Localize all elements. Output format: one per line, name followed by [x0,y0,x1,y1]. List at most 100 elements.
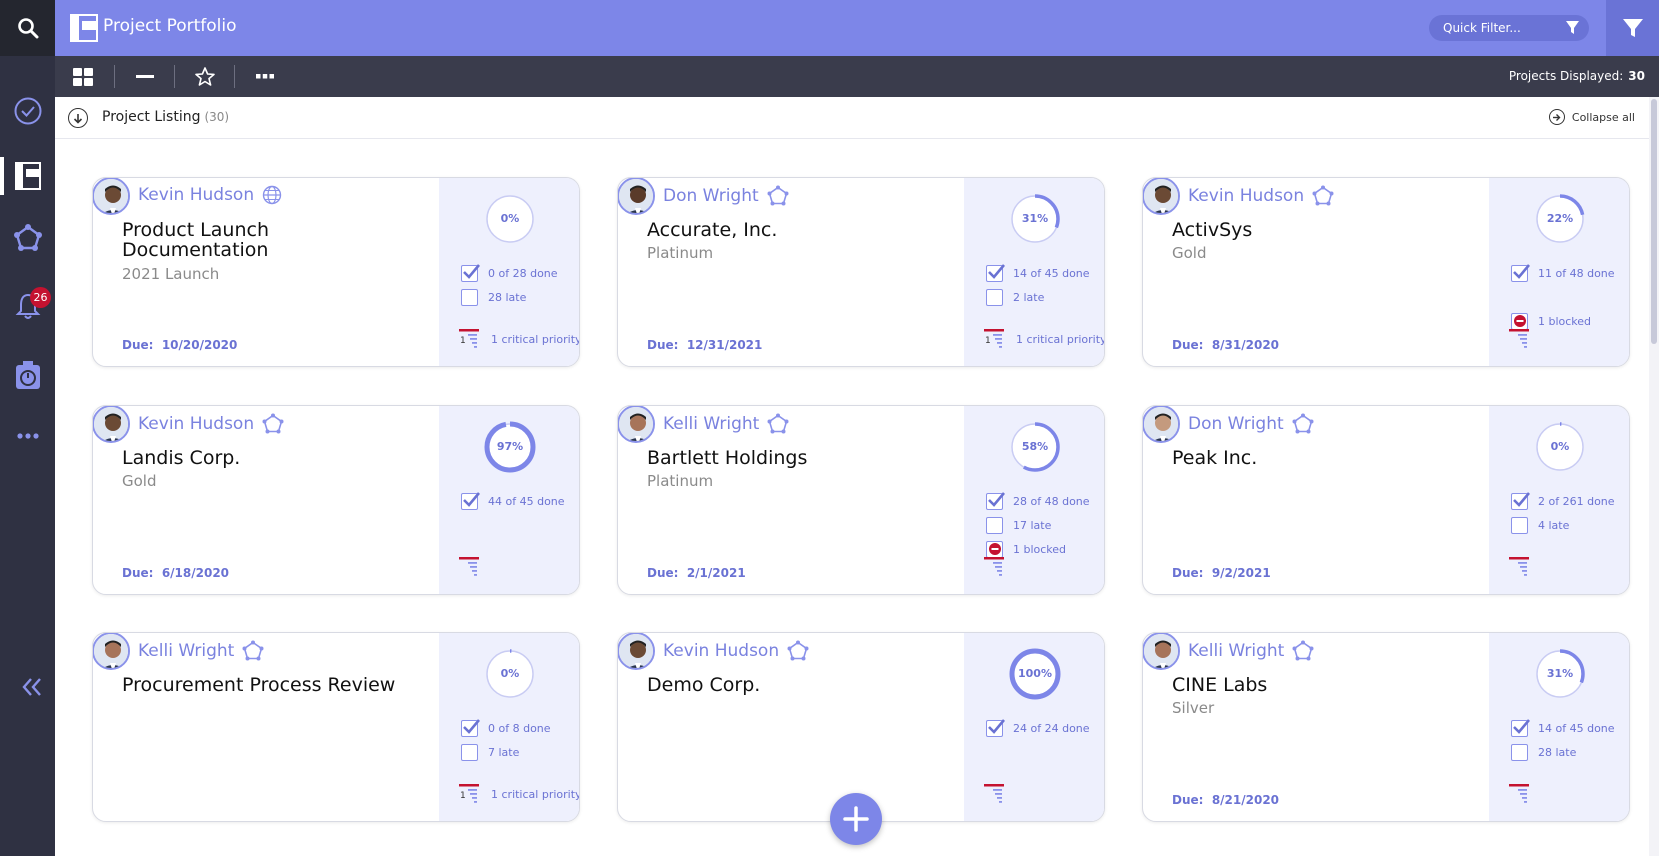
project-title[interactable]: Landis Corp. [122,448,422,468]
listing-title-text: Project Listing [102,109,201,125]
project-title[interactable]: ActivSys [1172,220,1472,240]
priority-stat: 1 1 critical priority [984,329,1105,349]
network-icon [767,185,789,207]
done-stat: 14 of 45 done [1511,718,1615,737]
progress-ring: 58% [1009,421,1061,473]
project-title[interactable]: Product Launch Documentation [122,220,422,260]
priority-icon [1509,784,1531,804]
globe-icon [262,185,282,205]
project-title[interactable]: Peak Inc. [1172,448,1472,468]
toolbar-divider [174,65,175,88]
collapse-sidebar-button[interactable] [4,664,59,710]
toolbar-divider [114,65,115,88]
quick-filter-input[interactable]: Quick Filter... [1429,15,1589,41]
critical-text: 1 critical priority [491,332,580,346]
project-card[interactable]: Kelli Wright CINE Labs Silver Due: 8/21/202… [1142,632,1630,822]
priority-icon: 1 [984,329,1006,349]
due-date: Due: 10/20/2020 [122,338,237,352]
project-subtitle: Platinum [647,244,714,262]
avatar [93,633,130,670]
project-owner[interactable]: Kelli Wright [1188,640,1314,662]
project-owner[interactable]: Kevin Hudson [1188,185,1334,207]
sidebar-item-tasks[interactable] [0,88,55,134]
project-owner[interactable]: Don Wright [663,185,789,207]
owner-name: Kevin Hudson [138,414,255,434]
checkbox-checked-icon [986,263,1005,282]
network-icon [242,640,264,662]
due-value: 9/2/2021 [1211,566,1271,580]
check-circle-icon [14,97,41,125]
done-text: 14 of 45 done [1013,266,1090,280]
project-title[interactable]: CINE Labs [1172,675,1472,695]
critical-text: 1 critical priority [1016,332,1105,346]
project-owner[interactable]: Don Wright [1188,413,1314,435]
project-title[interactable]: Demo Corp. [647,675,947,695]
title-line-1: Peak Inc. [1172,447,1258,469]
project-card[interactable]: Kevin Hudson Product Launch Documentation 2… [92,177,580,367]
scroll-thumb[interactable] [1651,99,1657,344]
project-card[interactable]: Don Wright Accurate, Inc. Platinum Due: 12/… [617,177,1105,367]
filter-button[interactable] [1606,0,1659,56]
title-line-2: Documentation [122,239,269,261]
priority-icon [984,557,1006,577]
notification-badge: 26 [30,287,51,308]
favorites-button[interactable] [177,56,233,97]
done-text: 44 of 45 done [488,494,565,508]
project-card[interactable]: Kelli Wright Bartlett Holdings Platinum Due… [617,405,1105,595]
search-button[interactable] [0,0,55,56]
quick-filter-placeholder: Quick Filter... [1443,21,1521,35]
project-owner[interactable]: Kevin Hudson [138,413,284,435]
project-owner[interactable]: Kelli Wright [138,640,264,662]
sidebar-item-more[interactable] [0,413,55,459]
due-label: Due: [647,566,679,580]
projects-displayed-count: 30 [1628,69,1645,83]
project-subtitle: Silver [1172,699,1215,717]
vertical-scrollbar[interactable] [1649,97,1659,856]
sidebar-item-network[interactable] [0,215,55,261]
late-text: 28 late [1538,745,1577,759]
project-card[interactable]: Don Wright Peak Inc. Due: 9/2/2021 0% 2 of 2… [1142,405,1630,595]
project-title[interactable]: Accurate, Inc. [647,220,947,240]
project-title[interactable]: Procurement Process Review [122,675,422,695]
checkbox-empty-icon [986,288,1003,306]
project-owner[interactable]: Kevin Hudson [138,185,282,205]
projects-displayed: Projects Displayed: 30 [1509,69,1645,83]
star-icon [195,67,215,86]
progress-ring: 22% [1534,193,1586,245]
progress-percent: 31% [1021,212,1049,225]
done-stat: 2 of 261 done [1511,491,1615,510]
title-line-1: Product Launch [122,219,269,241]
grid-view-button[interactable] [55,56,111,97]
late-text: 2 late [1013,290,1045,304]
collapse-all-button[interactable]: Collapse all [1548,109,1635,125]
checkbox-empty-icon [986,516,1003,534]
project-subtitle: 2021 Launch [122,265,220,283]
checkbox-checked-icon [1511,263,1530,282]
page-title: Project Portfolio [103,16,237,36]
sidebar-item-portfolio[interactable] [0,153,55,199]
due-value: 8/31/2020 [1211,338,1280,352]
priority-stat [984,557,1006,577]
priority-stat [459,557,481,576]
add-project-button[interactable] [830,793,882,845]
progress-ring: 31% [1009,193,1061,245]
expand-listing-button[interactable] [68,108,88,128]
arrow-right-circle-icon [1548,109,1565,125]
project-owner[interactable]: Kelli Wright [663,413,789,435]
network-icon [13,224,42,251]
project-owner[interactable]: Kevin Hudson [663,640,809,662]
collapse-view-button[interactable] [117,56,173,97]
project-card[interactable]: Kevin Hudson Landis Corp. Gold Due: 6/18/20… [92,405,580,595]
title-line-1: CINE Labs [1172,674,1268,696]
top-header: Project Portfolio Quick Filter... [55,0,1659,56]
project-card[interactable]: Kevin Hudson ActivSys Gold Due: 8/31/2020 22… [1142,177,1630,367]
project-title[interactable]: Bartlett Holdings [647,448,947,468]
sidebar-item-notifications[interactable]: 26 [0,283,55,329]
more-options-button[interactable] [237,56,293,97]
project-card[interactable]: Kelli Wright Procurement Process Review 0%… [92,632,580,822]
progress-percent: 31% [1546,667,1574,680]
priority-stat [984,784,1006,803]
priority-stat [1509,329,1531,348]
done-text: 0 of 8 done [488,721,551,735]
sidebar-item-timesheet[interactable] [0,352,55,398]
